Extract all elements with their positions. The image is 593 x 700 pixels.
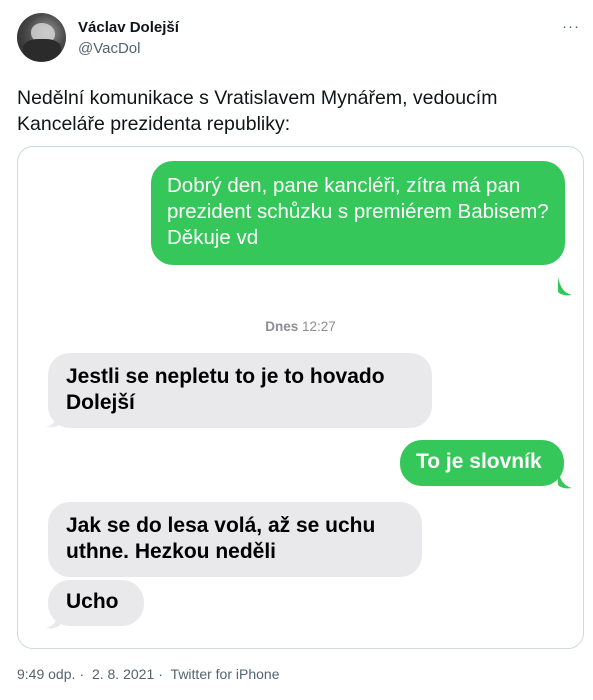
tweet-date[interactable]: 2. 8. 2021 bbox=[92, 666, 154, 682]
more-options-icon[interactable]: ··· bbox=[562, 18, 580, 35]
timestamp-day: Dnes bbox=[265, 319, 299, 334]
message-text: Jak se do lesa volá, až se uchu uthne. H… bbox=[66, 514, 376, 563]
tweet-source[interactable]: Twitter for iPhone bbox=[171, 666, 280, 682]
message-text: Jestli se nepletu to je to hovado Dolejš… bbox=[66, 365, 385, 414]
tweet-time[interactable]: 9:49 odp. bbox=[17, 666, 75, 682]
author-block[interactable]: Václav Dolejší @VacDol bbox=[78, 19, 179, 58]
meta-separator: · bbox=[158, 666, 163, 682]
tweet-meta: 9:49 odp. · 2. 8. 2021 · Twitter for iPhon… bbox=[17, 666, 283, 682]
chat-timestamp: Dnes 12:27 bbox=[18, 319, 583, 334]
tweet-media-screenshot[interactable]: Dobrý den, pane kancléři, zítra má pan p… bbox=[17, 146, 584, 649]
tweet-text: Nedělní komunikace s Vratislavem Mynářem… bbox=[17, 87, 498, 135]
message-bubble-outgoing: Dobrý den, pane kancléři, zítra má pan p… bbox=[151, 161, 565, 265]
message-bubble-incoming: Jak se do lesa volá, až se uchu uthne. H… bbox=[48, 502, 422, 577]
author-handle[interactable]: @VacDol bbox=[78, 40, 179, 58]
tweet-header: Václav Dolejší @VacDol ··· bbox=[17, 13, 582, 63]
message-bubble-outgoing: To je slovník bbox=[400, 440, 564, 486]
meta-separator: · bbox=[79, 666, 85, 682]
timestamp-time: 12:27 bbox=[301, 319, 336, 334]
avatar-body-shape bbox=[23, 39, 61, 61]
message-text: To je slovník bbox=[416, 450, 542, 473]
avatar[interactable] bbox=[17, 13, 66, 62]
message-bubble-incoming: Ucho bbox=[48, 580, 144, 626]
bubble-tail-outgoing bbox=[558, 277, 572, 296]
message-text: Dobrý den, pane kancléři, zítra má pan p… bbox=[167, 174, 549, 249]
bubble-tail-incoming bbox=[46, 409, 60, 428]
message-text: Ucho bbox=[66, 590, 119, 613]
bubble-tail-incoming bbox=[46, 610, 60, 629]
message-bubble-incoming: Jestli se nepletu to je to hovado Dolejš… bbox=[48, 353, 432, 428]
author-name[interactable]: Václav Dolejší bbox=[78, 19, 179, 37]
bubble-tail-outgoing bbox=[558, 470, 572, 489]
